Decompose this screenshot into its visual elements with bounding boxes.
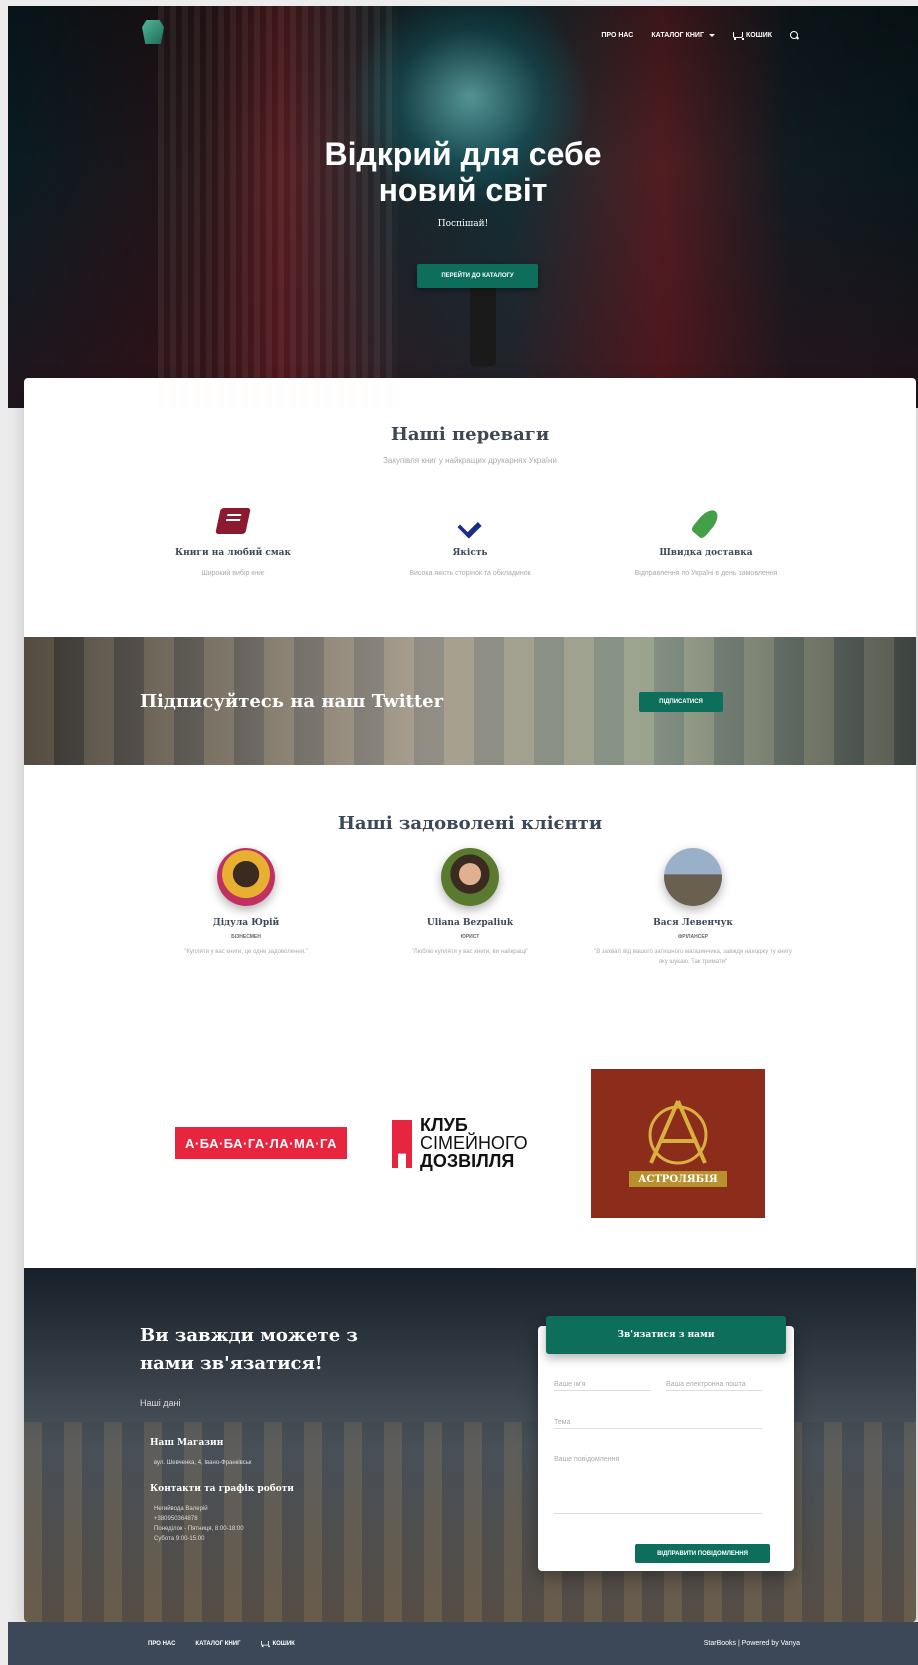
contact-form: Зв'язатися з нами ВІДПРАВИТИ ПОВІДОМЛЕНН… <box>538 1316 794 1571</box>
contact-form-header: Зв'язатися з нами <box>546 1316 786 1354</box>
hero-title: Відкрий для себе новий світ <box>324 136 602 208</box>
send-message-button[interactable]: ВІДПРАВИТИ ПОВІДОМЛЕННЯ <box>635 1544 770 1563</box>
nav-about[interactable]: ПРО НАС <box>601 32 633 39</box>
twitter-title: Підписуйтесь на наш Twitter <box>140 691 444 712</box>
message-input[interactable] <box>554 1454 762 1514</box>
main-nav: ПРО НАС КАТАЛОГ КНИГ КОШИК <box>601 31 800 40</box>
book-icon <box>215 508 251 534</box>
advantages-title: Наші переваги <box>390 424 550 445</box>
feature-title: Книги на любий смак <box>174 548 291 558</box>
client-quote: "В захваті від вашого затишного магазинч… <box>594 949 792 965</box>
feature-desc: Широкий вибір книг <box>201 570 265 577</box>
feature-item: Якість Висока якість сторінок та обклади… <box>370 508 570 577</box>
email-input[interactable] <box>666 1379 762 1391</box>
search-icon <box>790 31 800 40</box>
brand-family-club-logo[interactable]: КЛУБ СІМЕЙНОГО ДОЗВІЛЛЯ <box>392 1116 552 1172</box>
footer: ПРО НАС КАТАЛОГ КНИГ КОШИК StarBooks | P… <box>8 1622 918 1665</box>
client-quote: "Купляти у вас книги, це одне задоволенн… <box>184 949 308 955</box>
cart-icon <box>732 31 744 40</box>
nav-cart[interactable]: КОШИК <box>732 31 772 40</box>
client-role: ЮРИСТ <box>460 934 480 940</box>
subject-input[interactable] <box>554 1417 762 1429</box>
footer-nav: ПРО НАС КАТАЛОГ КНИГ КОШИК <box>148 1639 295 1648</box>
footer-link-cart[interactable]: КОШИК <box>260 1639 295 1648</box>
feature-title: Швидка доставка <box>659 548 753 558</box>
footer-link-catalog[interactable]: КАТАЛОГ КНИГ <box>195 1639 240 1648</box>
feature-desc: Висока якість сторінок та обкладинок <box>409 570 531 577</box>
contact-title: Ви завжди можете з нами зв'язатися! <box>140 1325 358 1374</box>
avatar <box>664 848 722 906</box>
avatar <box>441 848 499 906</box>
brand-astrolabia-logo[interactable]: АСТРОЛЯБІЯ <box>591 1069 765 1218</box>
feature-desc: Відправлення по Україні в день замовленн… <box>634 570 778 577</box>
site-logo-icon[interactable] <box>142 20 164 44</box>
contact-subtitle: Наші дані <box>140 1398 181 1408</box>
cart-icon <box>261 1640 271 1648</box>
chevron-down-icon <box>708 34 715 37</box>
name-input[interactable] <box>554 1379 651 1391</box>
house-icon <box>392 1120 412 1168</box>
rocket-icon-wrap <box>690 506 722 540</box>
hero-section: ПРО НАС КАТАЛОГ КНИГ КОШИК Відкрий для с… <box>8 6 918 408</box>
shop-heading: Наш Магазин <box>150 1438 224 1448</box>
client-name: Вася Левенчук <box>653 918 733 928</box>
nav-search[interactable] <box>790 31 800 40</box>
client-role: ФРІЛАНСЕР <box>677 934 708 940</box>
rocket-icon <box>690 506 722 540</box>
client-role: БІЗНЕСМЕН <box>231 934 261 940</box>
clients-title: Наші задоволені клієнти <box>337 813 603 834</box>
hero-subtitle: Поспішай! <box>437 219 489 229</box>
go-to-catalog-button[interactable]: ПЕРЕЙТИ ДО КАТАЛОГУ <box>417 264 538 288</box>
footer-link-about[interactable]: ПРО НАС <box>148 1639 175 1648</box>
feature-item: Швидка доставка Відправлення по Україні … <box>606 506 806 577</box>
client-card: Дідула Юрій БІЗНЕСМЕН "Купляти у вас кни… <box>146 848 346 957</box>
hours-heading: Контакти та графік роботи <box>150 1484 294 1494</box>
subscribe-button[interactable]: ПІДПИСАТИСЯ <box>639 692 723 712</box>
client-name: Дідула Юрій <box>212 918 280 928</box>
shop-address: вул. Шевченка, 4, Івано-Франківськ <box>154 1460 252 1466</box>
client-card: Вася Левенчук ФРІЛАНСЕР "В захваті від в… <box>593 848 793 967</box>
avatar <box>217 848 275 906</box>
main-card: Наші переваги Закупівля книг у найкращих… <box>24 378 916 1622</box>
advantages-subtitle: Закупівля книг у найкращих друкарнях Укр… <box>383 456 557 465</box>
contact-section: Ви завжди можете з нами зв'язатися! Наші… <box>24 1268 916 1622</box>
footer-copyright: StarBooks | Powered by Vanya <box>703 1640 800 1647</box>
client-quote: "Люблю купляти у вас книги, ви найкращі" <box>411 949 529 955</box>
client-card: Uliana Bezpaliuk ЮРИСТ "Люблю купляти у … <box>370 848 570 957</box>
nav-catalog[interactable]: КАТАЛОГ КНИГ <box>651 32 715 39</box>
check-icon <box>455 508 485 534</box>
astrolabe-icon <box>648 1100 708 1165</box>
feature-item: Книги на любий смак Широкий вибір книг <box>133 508 333 577</box>
feature-title: Якість <box>452 548 488 558</box>
brand-ababagalamaga-logo[interactable]: А·БА·БА·ГА·ЛА·МА·ГА <box>175 1127 347 1159</box>
twitter-banner: Підписуйтесь на наш Twitter ПІДПИСАТИСЯ <box>24 637 916 765</box>
client-name: Uliana Bezpaliuk <box>426 918 514 928</box>
hours-info: Негийвода Валерій +380950364878 Понеділо… <box>154 1506 244 1542</box>
hero-person-silhouette <box>470 276 496 366</box>
